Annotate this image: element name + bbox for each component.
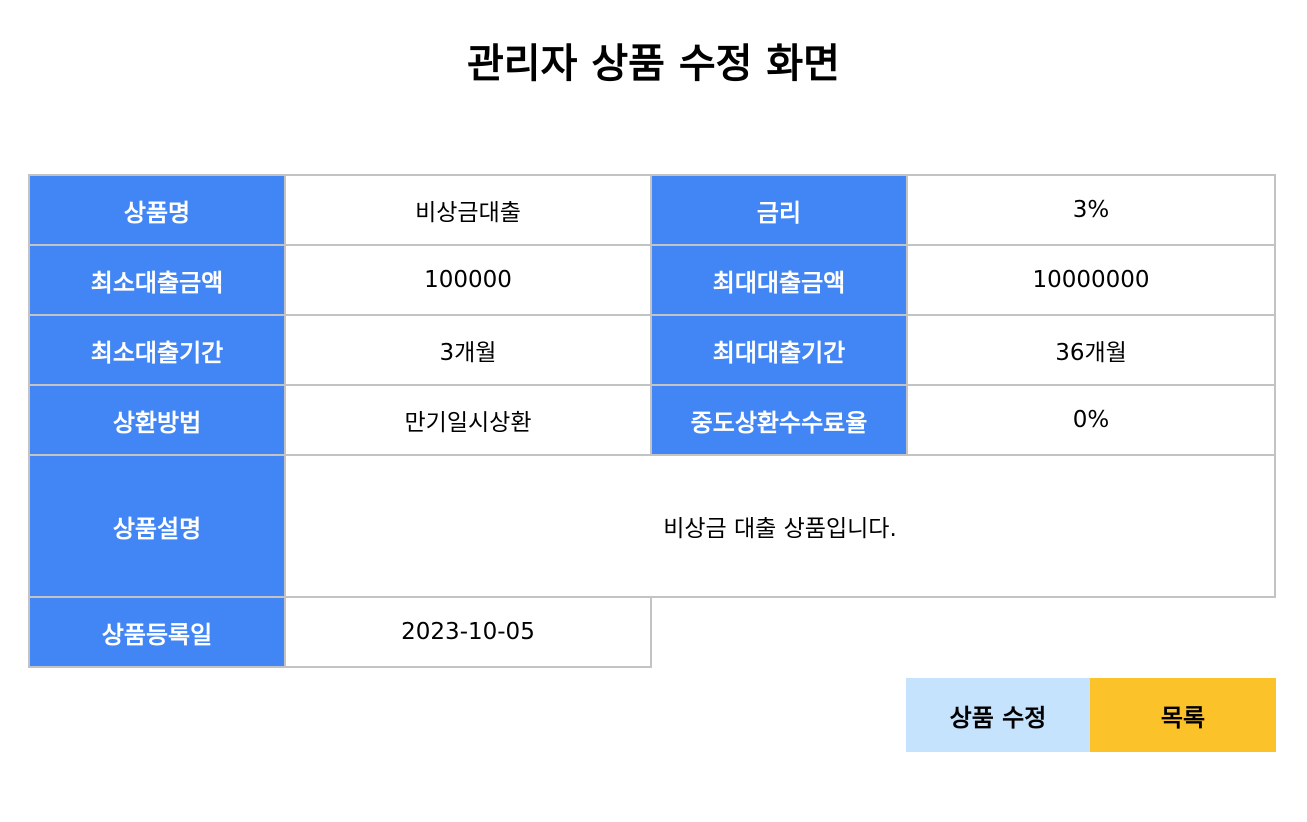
min-amount-value: 100000	[284, 244, 652, 316]
interest-rate-value: 3%	[906, 174, 1276, 246]
table-row: 상환방법 만기일시상환 중도상환수수료율 0%	[28, 384, 1276, 456]
prepayment-fee-label: 중도상환수수료율	[650, 384, 908, 456]
interest-rate-label: 금리	[650, 174, 908, 246]
list-button[interactable]: 목록	[1090, 678, 1276, 752]
min-period-label: 최소대출기간	[28, 314, 286, 386]
repayment-method-value: 만기일시상환	[284, 384, 652, 456]
max-amount-label: 최대대출금액	[650, 244, 908, 316]
table-row: 최소대출기간 3개월 최대대출기간 36개월	[28, 314, 1276, 386]
table-row: 상품설명 비상금 대출 상품입니다.	[28, 454, 1276, 598]
table-row: 최소대출금액 100000 최대대출금액 10000000	[28, 244, 1276, 316]
max-amount-value: 10000000	[906, 244, 1276, 316]
registered-date-label: 상품등록일	[28, 596, 286, 668]
product-name-value: 비상금대출	[284, 174, 652, 246]
prepayment-fee-value: 0%	[906, 384, 1276, 456]
edit-product-button[interactable]: 상품 수정	[906, 678, 1090, 752]
repayment-method-label: 상환방법	[28, 384, 286, 456]
min-period-value: 3개월	[284, 314, 652, 386]
max-period-label: 최대대출기간	[650, 314, 908, 386]
empty-cell	[651, 597, 1275, 667]
registered-date-value: 2023-10-05	[284, 596, 652, 668]
max-period-value: 36개월	[906, 314, 1276, 386]
page-title: 관리자 상품 수정 화면	[467, 41, 840, 87]
table-row: 상품명 비상금대출 금리 3%	[28, 174, 1276, 246]
table-row: 상품등록일 2023-10-05	[28, 596, 1275, 668]
action-buttons: 상품 수정 목록	[906, 678, 1276, 752]
product-detail-table: 상품명 비상금대출 금리 3% 최소대출금액 100000 최대대출금액 100…	[28, 174, 1276, 668]
description-value: 비상금 대출 상품입니다.	[284, 454, 1276, 598]
min-amount-label: 최소대출금액	[28, 244, 286, 316]
product-name-label: 상품명	[28, 174, 286, 246]
description-label: 상품설명	[28, 454, 286, 598]
